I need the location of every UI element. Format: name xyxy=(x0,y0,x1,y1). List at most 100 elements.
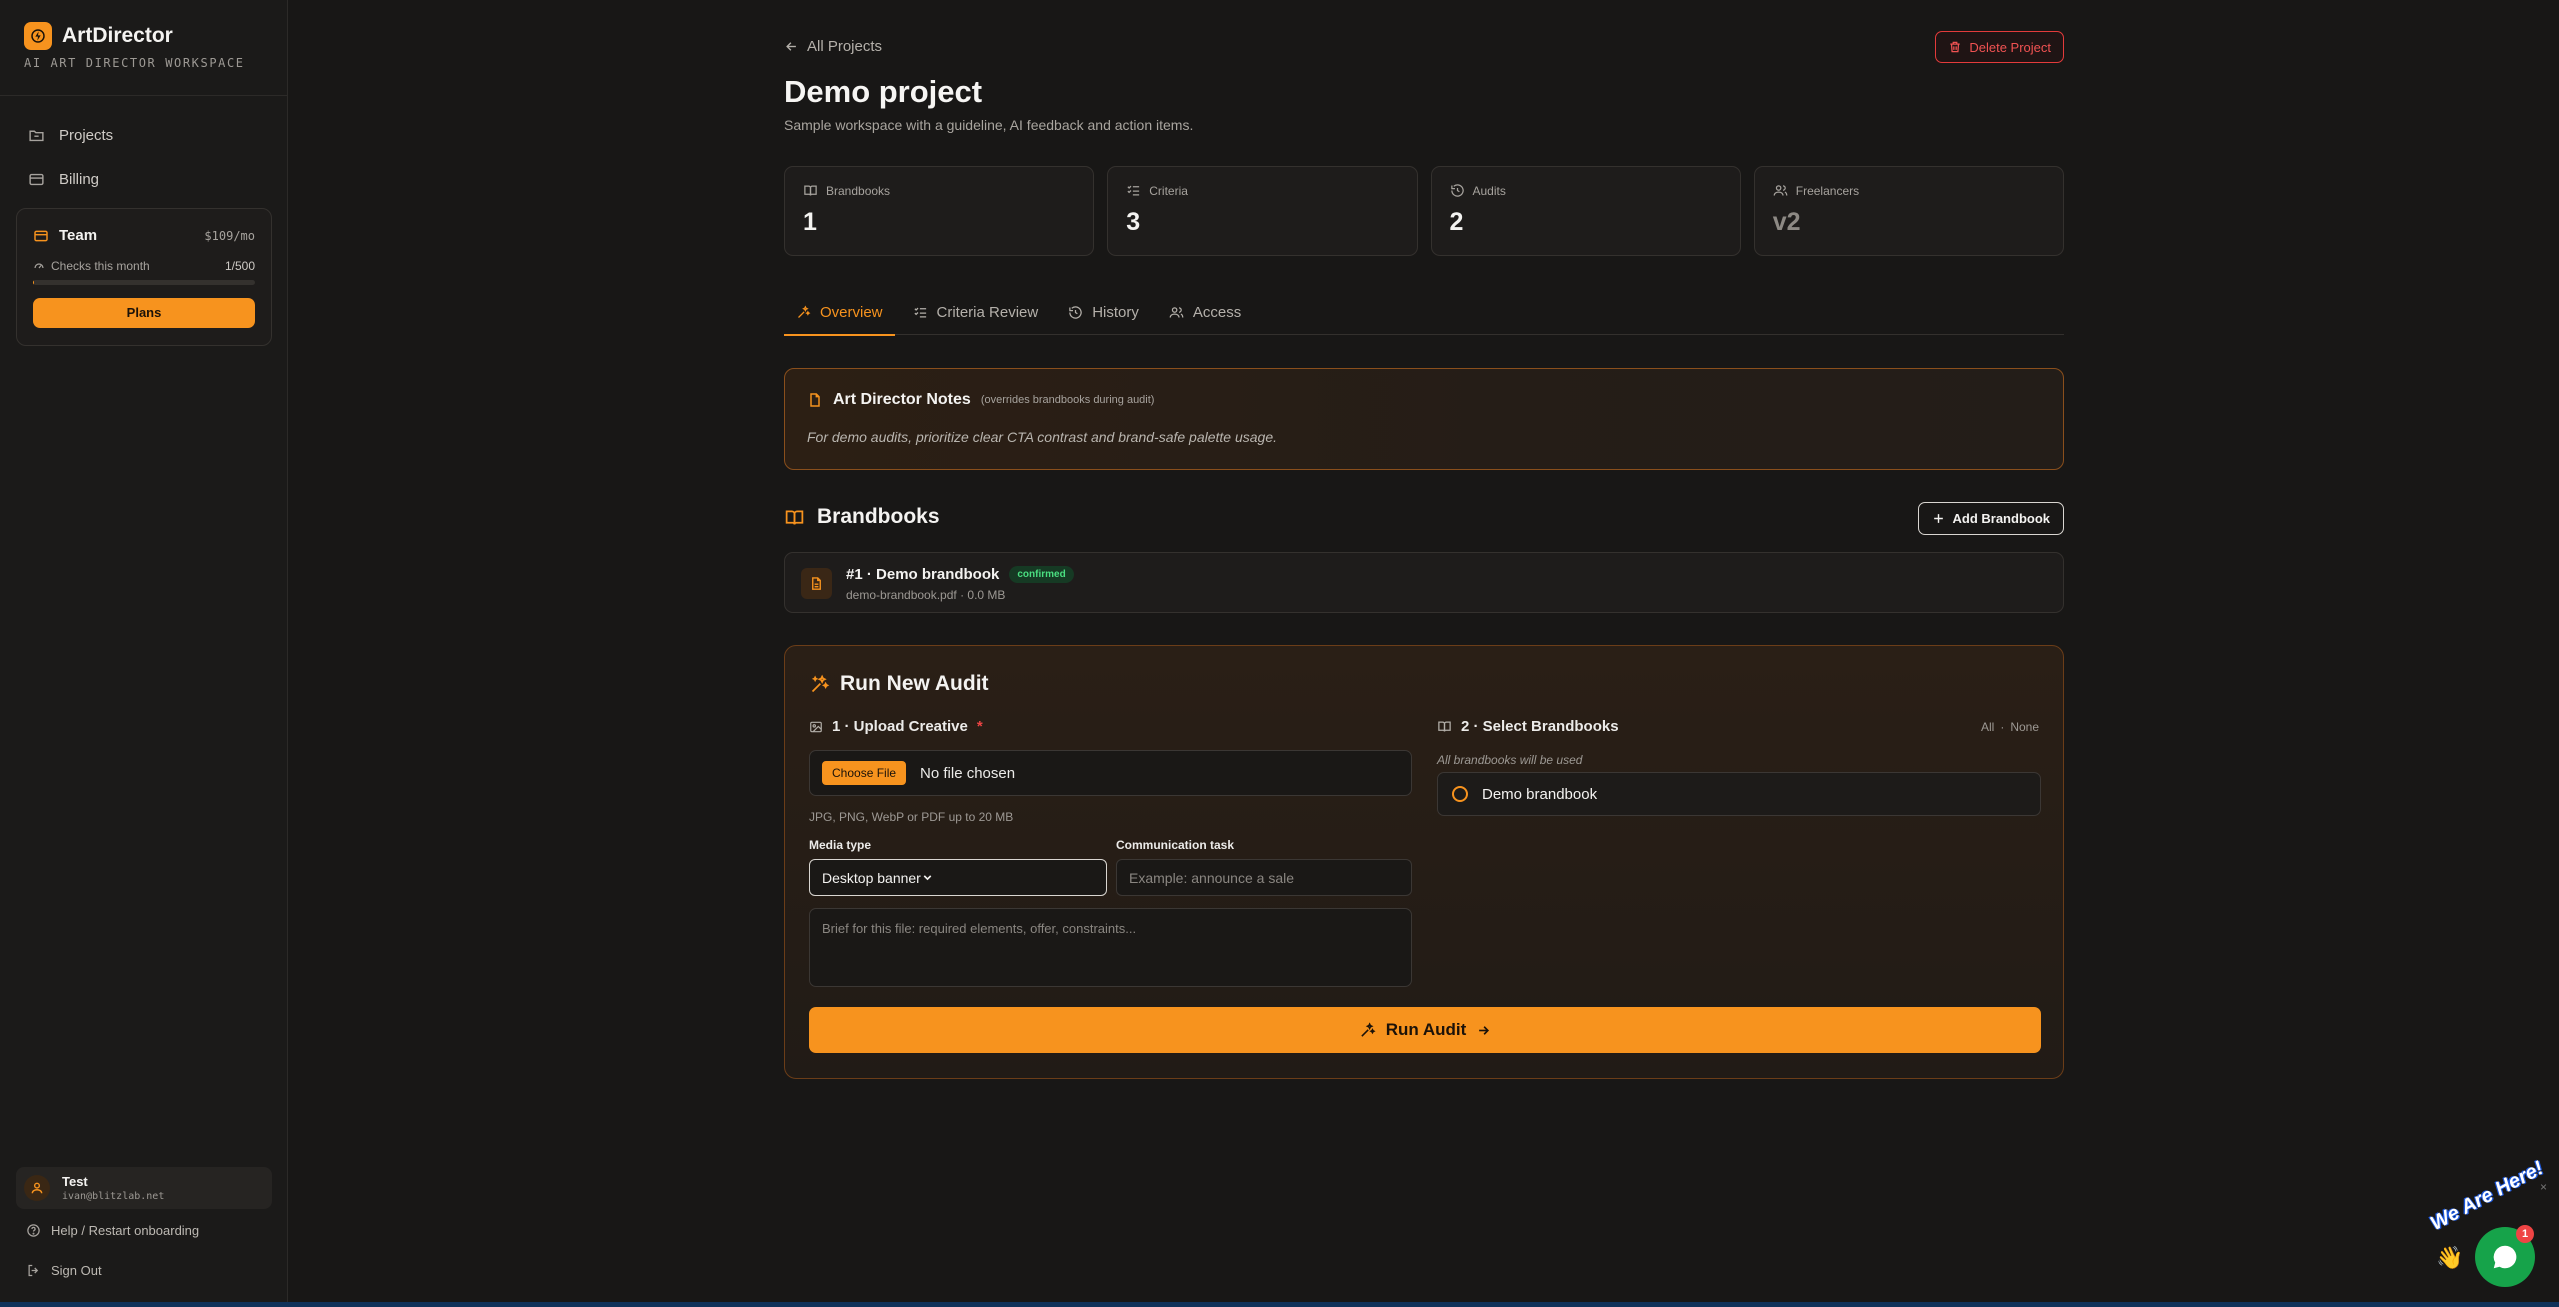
chat-banner[interactable]: We Are Here! xyxy=(2427,1157,2548,1236)
chat-bubble-icon xyxy=(2490,1242,2520,1272)
stat-freelancers: Freelancers v2 xyxy=(1753,166,2064,256)
plans-button[interactable]: Plans xyxy=(33,298,255,328)
credit-card-icon xyxy=(33,228,49,244)
arrow-left-icon xyxy=(784,39,799,54)
stats-row: Brandbooks 1 Criteria 3 Audits 2 Freelan… xyxy=(784,166,2064,256)
sidebar-divider xyxy=(0,95,288,96)
brief-placeholder: Brief for this file: required elements, … xyxy=(822,921,1137,936)
art-director-notes[interactable]: Art Director Notes (overrides brandbooks… xyxy=(784,368,2064,470)
tab-label: Criteria Review xyxy=(936,304,1039,321)
file-input[interactable]: Choose File No file chosen xyxy=(809,750,1412,796)
stat-label: Audits xyxy=(1472,183,1506,198)
tab-label: Overview xyxy=(820,304,883,321)
stat-brandbooks: Brandbooks 1 xyxy=(784,166,1095,256)
sidebar-item-projects[interactable]: Projects xyxy=(16,115,272,155)
plus-icon xyxy=(1932,512,1945,525)
note-file-icon xyxy=(807,392,823,408)
sign-out-link[interactable]: Sign Out xyxy=(26,1263,102,1278)
help-label: Help / Restart onboarding xyxy=(51,1223,200,1238)
arrow-right-icon xyxy=(1476,1023,1491,1038)
stat-criteria: Criteria 3 xyxy=(1107,166,1418,256)
checks-value: 1/500 xyxy=(224,259,255,273)
step-select-brandbooks: 2 · Select Brandbooks xyxy=(1437,718,1619,735)
back-label: All Projects xyxy=(807,38,883,55)
sidebar-item-label: Billing xyxy=(59,170,100,188)
brief-textarea[interactable]: Brief for this file: required elements, … xyxy=(809,908,1412,987)
brandbook-name: #1 · Demo brandbook xyxy=(846,566,1000,583)
checks-label: Checks this month xyxy=(51,259,150,273)
media-type-label: Media type xyxy=(809,838,872,852)
image-icon xyxy=(809,720,823,734)
run-audit-label: Run Audit xyxy=(1385,1020,1467,1039)
sidebar-item-billing[interactable]: Billing xyxy=(16,159,272,199)
select-all-link[interactable]: All xyxy=(1981,720,1994,734)
user-card[interactable]: Test ivan@blitzlab.net xyxy=(16,1167,272,1209)
file-hint: JPG, PNG, WebP or PDF up to 20 MB xyxy=(809,810,1014,824)
stat-value: 2 xyxy=(1449,208,1464,236)
tab-history[interactable]: History xyxy=(1056,290,1151,335)
tab-overview[interactable]: Overview xyxy=(784,290,895,336)
add-brandbook-button[interactable]: Add Brandbook xyxy=(1917,502,2064,535)
brand[interactable]: ArtDirector xyxy=(24,22,173,50)
gauge-icon xyxy=(33,260,45,272)
trash-icon xyxy=(1948,40,1962,54)
brandbook-name-row: #1 · Demo brandbook confirmed xyxy=(846,566,1074,583)
brandbook-item[interactable]: #1 · Demo brandbook confirmed demo-brand… xyxy=(784,552,2064,613)
stat-audits: Audits 2 xyxy=(1430,166,1741,256)
audit-title: Run New Audit xyxy=(840,672,989,695)
waving-hand-icon: 👋 xyxy=(2436,1245,2464,1270)
brandbook-option-label: Demo brandbook xyxy=(1482,785,1598,803)
notes-title: Art Director Notes xyxy=(833,391,971,408)
plan-name: Team xyxy=(59,227,98,244)
tab-access[interactable]: Access xyxy=(1157,290,1253,335)
project-tabs: Overview Criteria Review History Access xyxy=(784,290,2064,336)
user-email: ivan@blitzlab.net xyxy=(62,1191,165,1202)
notes-header: Art Director Notes (overrides brandbooks… xyxy=(807,391,1154,409)
communication-task-input[interactable]: Example: announce a sale xyxy=(1116,859,1412,896)
stat-value: 3 xyxy=(1126,208,1141,236)
history-icon xyxy=(1450,183,1465,198)
stat-value: v2 xyxy=(1772,208,1801,236)
list-check-icon xyxy=(1126,183,1141,198)
list-check-icon xyxy=(913,305,928,320)
delete-project-button[interactable]: Delete Project xyxy=(1935,31,2064,63)
book-icon xyxy=(1437,719,1452,734)
notes-hint: (overrides brandbooks during audit) xyxy=(980,394,1155,406)
plan-price: $109/mo xyxy=(204,228,255,243)
tab-label: History xyxy=(1092,304,1139,321)
sidebar: ArtDirector AI ART DIRECTOR WORKSPACE Pr… xyxy=(0,0,288,1307)
brand-subtitle: AI ART DIRECTOR WORKSPACE xyxy=(24,56,245,70)
credit-card-icon xyxy=(28,171,45,188)
radio-button[interactable] xyxy=(1452,786,1468,802)
log-out-icon xyxy=(26,1263,41,1278)
tab-criteria-review[interactable]: Criteria Review xyxy=(901,290,1051,335)
chat-close-icon[interactable]: × xyxy=(2540,1180,2547,1194)
bottom-strip xyxy=(0,1302,2559,1307)
users-icon xyxy=(1169,305,1184,320)
separator: · xyxy=(2000,720,2005,734)
delete-label: Delete Project xyxy=(1969,39,2051,55)
select-none-link[interactable]: None xyxy=(2010,720,2039,734)
media-type-select[interactable]: Desktop banner xyxy=(809,859,1107,896)
choose-file-button[interactable]: Choose File xyxy=(822,761,907,785)
brandbook-option[interactable]: Demo brandbook xyxy=(1437,772,2041,816)
page-subtitle: Sample workspace with a guideline, AI fe… xyxy=(784,117,1194,133)
help-link[interactable]: Help / Restart onboarding xyxy=(26,1223,199,1238)
run-audit-button[interactable]: Run Audit xyxy=(809,1007,2041,1053)
stat-label: Criteria xyxy=(1149,183,1188,198)
sign-out-label: Sign Out xyxy=(51,1263,102,1278)
lightning-logo-icon xyxy=(24,22,52,50)
sparkles-icon xyxy=(1359,1021,1376,1039)
user-text: Test ivan@blitzlab.net xyxy=(62,1174,164,1202)
checks-progress-bar xyxy=(33,280,255,285)
plan-header: Team $109/mo xyxy=(33,227,255,244)
back-link[interactable]: All Projects xyxy=(784,38,882,55)
step-label: 1 · Upload Creative xyxy=(832,718,968,735)
chat-unread-badge: 1 xyxy=(2516,1225,2534,1243)
audit-header: Run New Audit xyxy=(809,672,989,696)
notes-body: For demo audits, prioritize clear CTA co… xyxy=(807,429,1278,445)
pdf-file-icon xyxy=(801,568,832,599)
folder-icon xyxy=(28,127,45,144)
task-placeholder: Example: announce a sale xyxy=(1129,869,1294,886)
step-label: 2 · Select Brandbooks xyxy=(1461,718,1619,735)
